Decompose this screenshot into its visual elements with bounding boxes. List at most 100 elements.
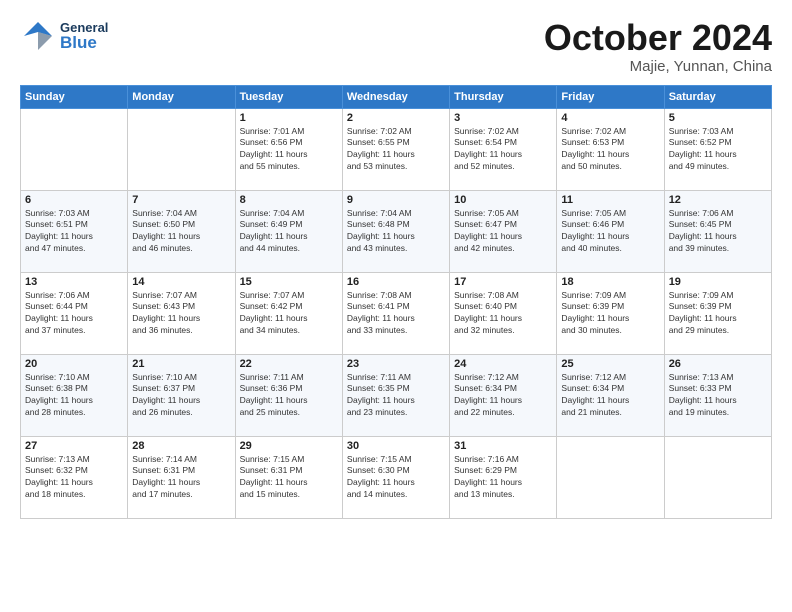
day-info: Sunrise: 7:02 AMSunset: 6:53 PMDaylight:…: [561, 126, 659, 174]
header: General Blue October 2024 Majie, Yunnan,…: [20, 18, 772, 75]
logo: General Blue: [20, 18, 108, 54]
calendar-header-row: Sunday Monday Tuesday Wednesday Thursday…: [21, 85, 772, 108]
table-row: 23 Sunrise: 7:11 AMSunset: 6:35 PMDayligh…: [342, 354, 449, 436]
day-info: Sunrise: 7:03 AMSunset: 6:51 PMDaylight:…: [25, 208, 123, 256]
day-info: Sunrise: 7:09 AMSunset: 6:39 PMDaylight:…: [669, 290, 767, 338]
col-sunday: Sunday: [21, 85, 128, 108]
day-number: 25: [561, 358, 659, 370]
day-info: Sunrise: 7:14 AMSunset: 6:31 PMDaylight:…: [132, 454, 230, 502]
day-number: 31: [454, 440, 552, 452]
table-row: [557, 436, 664, 518]
table-row: 29 Sunrise: 7:15 AMSunset: 6:31 PMDayligh…: [235, 436, 342, 518]
table-row: [21, 108, 128, 190]
col-monday: Monday: [128, 85, 235, 108]
day-number: 7: [132, 194, 230, 206]
table-row: 7 Sunrise: 7:04 AMSunset: 6:50 PMDaylight…: [128, 190, 235, 272]
calendar-week-4: 20 Sunrise: 7:10 AMSunset: 6:38 PMDayligh…: [21, 354, 772, 436]
table-row: 19 Sunrise: 7:09 AMSunset: 6:39 PMDayligh…: [664, 272, 771, 354]
day-number: 23: [347, 358, 445, 370]
day-info: Sunrise: 7:05 AMSunset: 6:47 PMDaylight:…: [454, 208, 552, 256]
table-row: 22Sunrise: 7:11 AMSunset: 6:36 PMDayligh…: [235, 354, 342, 436]
day-number: 9: [347, 194, 445, 206]
day-info: Sunrise: 7:06 AMSunset: 6:44 PMDaylight:…: [25, 290, 123, 338]
table-row: 18 Sunrise: 7:09 AMSunset: 6:39 PMDayligh…: [557, 272, 664, 354]
col-tuesday: Tuesday: [235, 85, 342, 108]
title-block: October 2024 Majie, Yunnan, China: [544, 18, 772, 75]
month-title: October 2024: [544, 18, 772, 58]
day-number: 20: [25, 358, 123, 370]
table-row: [128, 108, 235, 190]
day-info: Sunrise: 7:10 AMSunset: 6:37 PMDaylight:…: [132, 372, 230, 420]
col-thursday: Thursday: [450, 85, 557, 108]
table-row: [664, 436, 771, 518]
table-row: 12Sunrise: 7:06 AMSunset: 6:45 PMDayligh…: [664, 190, 771, 272]
day-info: Sunrise: 7:09 AMSunset: 6:39 PMDaylight:…: [561, 290, 659, 338]
table-row: 14Sunrise: 7:07 AMSunset: 6:43 PMDayligh…: [128, 272, 235, 354]
table-row: 28 Sunrise: 7:14 AMSunset: 6:31 PMDayligh…: [128, 436, 235, 518]
day-info: Sunrise: 7:08 AMSunset: 6:41 PMDaylight:…: [347, 290, 445, 338]
day-number: 16: [347, 276, 445, 288]
location: Majie, Yunnan, China: [544, 58, 772, 75]
table-row: 17Sunrise: 7:08 AMSunset: 6:40 PMDayligh…: [450, 272, 557, 354]
day-info: Sunrise: 7:13 AMSunset: 6:32 PMDaylight:…: [25, 454, 123, 502]
day-number: 3: [454, 112, 552, 124]
day-number: 27: [25, 440, 123, 452]
col-wednesday: Wednesday: [342, 85, 449, 108]
day-number: 30: [347, 440, 445, 452]
table-row: 9 Sunrise: 7:04 AMSunset: 6:48 PMDaylight…: [342, 190, 449, 272]
day-number: 28: [132, 440, 230, 452]
table-row: 5 Sunrise: 7:03 AMSunset: 6:52 PMDaylight…: [664, 108, 771, 190]
day-number: 14: [132, 276, 230, 288]
day-number: 13: [25, 276, 123, 288]
day-info: Sunrise: 7:11 AMSunset: 6:36 PMDaylight:…: [240, 372, 338, 420]
day-info: Sunrise: 7:10 AMSunset: 6:38 PMDaylight:…: [25, 372, 123, 420]
day-number: 8: [240, 194, 338, 206]
calendar-week-3: 13 Sunrise: 7:06 AMSunset: 6:44 PMDayligh…: [21, 272, 772, 354]
calendar: Sunday Monday Tuesday Wednesday Thursday…: [20, 85, 772, 519]
table-row: 20 Sunrise: 7:10 AMSunset: 6:38 PMDayligh…: [21, 354, 128, 436]
day-info: Sunrise: 7:15 AMSunset: 6:31 PMDaylight:…: [240, 454, 338, 502]
day-info: Sunrise: 7:02 AMSunset: 6:54 PMDaylight:…: [454, 126, 552, 174]
calendar-week-1: 1Sunrise: 7:01 AMSunset: 6:56 PMDaylight…: [21, 108, 772, 190]
day-number: 4: [561, 112, 659, 124]
col-saturday: Saturday: [664, 85, 771, 108]
day-number: 2: [347, 112, 445, 124]
table-row: 10 Sunrise: 7:05 AMSunset: 6:47 PMDayligh…: [450, 190, 557, 272]
day-number: 5: [669, 112, 767, 124]
day-info: Sunrise: 7:04 AMSunset: 6:50 PMDaylight:…: [132, 208, 230, 256]
day-number: 19: [669, 276, 767, 288]
day-number: 11: [561, 194, 659, 206]
day-number: 18: [561, 276, 659, 288]
logo-blue-text: Blue: [60, 34, 108, 51]
day-number: 12: [669, 194, 767, 206]
day-info: Sunrise: 7:04 AMSunset: 6:48 PMDaylight:…: [347, 208, 445, 256]
day-number: 15: [240, 276, 338, 288]
day-info: Sunrise: 7:11 AMSunset: 6:35 PMDaylight:…: [347, 372, 445, 420]
table-row: 11Sunrise: 7:05 AMSunset: 6:46 PMDayligh…: [557, 190, 664, 272]
day-number: 29: [240, 440, 338, 452]
page: General Blue October 2024 Majie, Yunnan,…: [0, 0, 792, 612]
day-number: 21: [132, 358, 230, 370]
table-row: 25Sunrise: 7:12 AMSunset: 6:34 PMDayligh…: [557, 354, 664, 436]
day-info: Sunrise: 7:08 AMSunset: 6:40 PMDaylight:…: [454, 290, 552, 338]
day-info: Sunrise: 7:03 AMSunset: 6:52 PMDaylight:…: [669, 126, 767, 174]
day-info: Sunrise: 7:13 AMSunset: 6:33 PMDaylight:…: [669, 372, 767, 420]
table-row: 4 Sunrise: 7:02 AMSunset: 6:53 PMDaylight…: [557, 108, 664, 190]
table-row: 27 Sunrise: 7:13 AMSunset: 6:32 PMDayligh…: [21, 436, 128, 518]
day-info: Sunrise: 7:12 AMSunset: 6:34 PMDaylight:…: [454, 372, 552, 420]
day-info: Sunrise: 7:15 AMSunset: 6:30 PMDaylight:…: [347, 454, 445, 502]
table-row: 13 Sunrise: 7:06 AMSunset: 6:44 PMDayligh…: [21, 272, 128, 354]
day-number: 1: [240, 112, 338, 124]
logo-icon: [20, 18, 56, 54]
day-number: 26: [669, 358, 767, 370]
logo-name: General Blue: [60, 21, 108, 51]
day-number: 10: [454, 194, 552, 206]
table-row: 24 Sunrise: 7:12 AMSunset: 6:34 PMDayligh…: [450, 354, 557, 436]
calendar-week-5: 27 Sunrise: 7:13 AMSunset: 6:32 PMDayligh…: [21, 436, 772, 518]
day-info: Sunrise: 7:04 AMSunset: 6:49 PMDaylight:…: [240, 208, 338, 256]
day-info: Sunrise: 7:16 AMSunset: 6:29 PMDaylight:…: [454, 454, 552, 502]
table-row: 31 Sunrise: 7:16 AMSunset: 6:29 PMDayligh…: [450, 436, 557, 518]
day-number: 24: [454, 358, 552, 370]
table-row: 8 Sunrise: 7:04 AMSunset: 6:49 PMDaylight…: [235, 190, 342, 272]
table-row: 16 Sunrise: 7:08 AMSunset: 6:41 PMDayligh…: [342, 272, 449, 354]
